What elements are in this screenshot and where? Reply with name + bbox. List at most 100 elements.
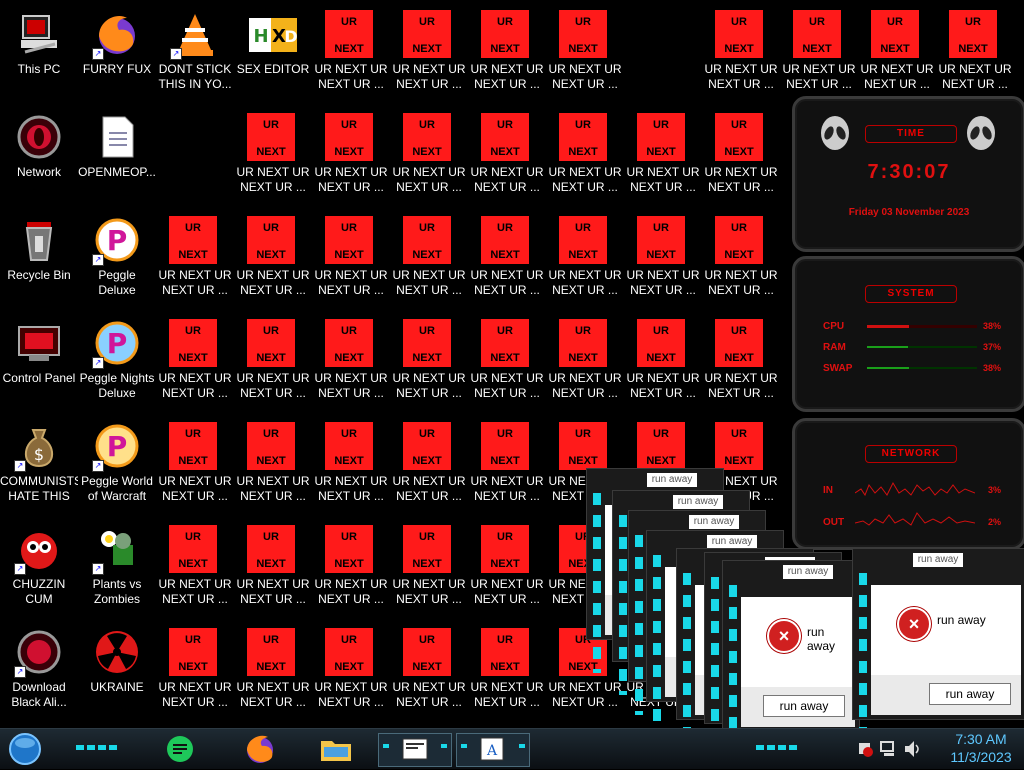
taskbar-app-file-explorer[interactable] bbox=[316, 733, 356, 765]
desktop-icon-ur-next[interactable]: UR NEXT UR NEXT UR NEXT UR ... bbox=[156, 624, 234, 724]
shortcut-arrow-icon: ↗ bbox=[170, 48, 182, 60]
next-text: NEXT bbox=[256, 558, 286, 570]
desktop-icon-ur-next[interactable]: UR NEXT UR NEXT UR NEXT UR ... bbox=[468, 624, 546, 724]
desktop-icon-network[interactable]: Network bbox=[0, 109, 78, 209]
tray-security-icon-button[interactable] bbox=[856, 733, 874, 765]
desktop-icon-ur-next[interactable]: UR NEXT UR NEXT UR NEXT UR ... bbox=[312, 624, 390, 724]
desktop-icon-ur-next[interactable]: UR NEXT UR NEXT UR NEXT UR ... bbox=[234, 418, 312, 518]
next-text: NEXT bbox=[178, 352, 208, 364]
desktop-icon-ukraine[interactable]: UKRAINE bbox=[78, 624, 156, 724]
desktop-icon-furry-fux[interactable]: ↗ FURRY FUX bbox=[78, 6, 156, 106]
taskbar-app-notes[interactable] bbox=[160, 733, 200, 765]
desktop-icon-peggle-deluxe[interactable]: P ↗ Peggle Deluxe bbox=[78, 212, 156, 312]
network-tray-icon bbox=[880, 741, 894, 756]
desktop-icon-ur-next[interactable]: UR NEXT UR NEXT UR NEXT UR ... bbox=[156, 212, 234, 312]
desktop-icon-ur-next[interactable]: UR NEXT UR NEXT UR NEXT UR ... bbox=[546, 6, 624, 106]
desktop-icon-dont-stick[interactable]: ↗ DONT STICK THIS IN YO... bbox=[156, 6, 234, 106]
run-away-button[interactable]: run away bbox=[929, 683, 1011, 705]
desktop-icon-ur-next[interactable]: UR NEXT UR NEXT UR NEXT UR ... bbox=[468, 212, 546, 312]
desktop-icon-ur-next[interactable]: UR NEXT UR NEXT UR NEXT UR ... bbox=[390, 6, 468, 106]
desktop-icon-ur-next[interactable]: UR NEXT UR NEXT UR NEXT UR ... bbox=[468, 521, 546, 621]
start-button[interactable] bbox=[6, 733, 44, 765]
taskbar-app-window-2[interactable]: A bbox=[456, 733, 530, 767]
ur-text: UR bbox=[341, 428, 357, 440]
desktop-icon-ur-next[interactable]: UR NEXT UR NEXT UR NEXT UR ... bbox=[312, 521, 390, 621]
taskbar-clock[interactable]: 7:30 AM 11/3/2023 bbox=[946, 730, 1016, 766]
desktop-icon-ur-next[interactable]: UR NEXT UR NEXT UR NEXT UR ... bbox=[624, 212, 702, 312]
desktop-icon-ur-next[interactable]: UR NEXT UR NEXT UR NEXT UR ... bbox=[546, 212, 624, 312]
desktop-icon-ur-next[interactable]: UR NEXT UR NEXT UR NEXT UR ... bbox=[234, 212, 312, 312]
desktop-icon-ur-next[interactable]: UR NEXT UR NEXT UR NEXT UR ... bbox=[546, 109, 624, 209]
desktop-icon-peggle-nights[interactable]: P ↗ Peggle Nights Deluxe bbox=[78, 315, 156, 415]
tray-volume-icon-button[interactable] bbox=[902, 733, 922, 765]
desktop-icon-ur-next[interactable]: UR NEXT UR NEXT UR NEXT UR ... bbox=[624, 109, 702, 209]
ur-next-image: UR NEXT bbox=[715, 422, 763, 470]
desktop-icon-communists[interactable]: $ ↗ COMMUNISTS HATE THIS G... bbox=[0, 418, 78, 518]
next-text: NEXT bbox=[256, 455, 286, 467]
desktop-icon-ur-next[interactable]: UR NEXT UR NEXT UR NEXT UR ... bbox=[702, 315, 780, 415]
desktop-icon-ur-next[interactable]: UR NEXT UR NEXT UR NEXT UR ... bbox=[780, 6, 858, 106]
run-away-dialog[interactable]: run away×run awayrun away bbox=[722, 560, 860, 765]
time-panel: TIME 7:30:07 Friday 03 November 2023 bbox=[792, 96, 1024, 252]
system-monitor-gadget[interactable]: TIME 7:30:07 Friday 03 November 2023 SYS… bbox=[792, 96, 1024, 550]
desktop-icon-ur-next[interactable]: UR NEXT UR NEXT UR NEXT UR ... bbox=[390, 212, 468, 312]
ur-text: UR bbox=[731, 428, 747, 440]
desktop-icon-recycle-bin[interactable]: Recycle Bin bbox=[0, 212, 78, 312]
desktop-icon-ur-next[interactable]: UR NEXT UR NEXT UR NEXT UR ... bbox=[312, 212, 390, 312]
desktop-icon-ur-next[interactable]: UR NEXT UR NEXT UR NEXT UR ... bbox=[858, 6, 936, 106]
cyan-lights-decoration bbox=[653, 555, 661, 735]
desktop-icon-ur-next[interactable]: UR NEXT UR NEXT UR NEXT UR ... bbox=[702, 109, 780, 209]
desktop-icon-this-pc[interactable]: This PC bbox=[0, 6, 78, 106]
desktop-icon-sex-editor[interactable]: H X D SEX EDITOR bbox=[234, 6, 312, 106]
taskbar-app-firefox[interactable] bbox=[240, 733, 280, 765]
icon-label: Peggle Deluxe bbox=[98, 268, 136, 297]
desktop-icon-ur-next[interactable]: UR NEXT UR NEXT UR NEXT UR ... bbox=[390, 521, 468, 621]
desktop-icon-ur-next[interactable]: UR NEXT UR NEXT UR NEXT UR ... bbox=[468, 109, 546, 209]
desktop-icon-ur-next[interactable]: UR NEXT UR NEXT UR NEXT UR ... bbox=[156, 418, 234, 518]
desktop-icon-ur-next[interactable]: UR NEXT UR NEXT UR NEXT UR ... bbox=[234, 315, 312, 415]
icon-label: UR NEXT UR NEXT UR ... bbox=[704, 371, 778, 400]
desktop-icon-ur-next[interactable]: UR NEXT UR NEXT UR NEXT UR ... bbox=[702, 212, 780, 312]
tray-network-icon-button[interactable] bbox=[878, 733, 898, 765]
desktop-icon-ur-next[interactable]: UR NEXT UR NEXT UR NEXT UR ... bbox=[234, 109, 312, 209]
dialog-message: run away bbox=[807, 625, 836, 653]
desktop-icon-ur-next[interactable]: UR NEXT UR NEXT UR NEXT UR ... bbox=[234, 624, 312, 724]
ur-text: UR bbox=[497, 119, 513, 131]
desktop-icon-ur-next[interactable]: UR NEXT UR NEXT UR NEXT UR ... bbox=[468, 418, 546, 518]
ur-next-image: UR NEXT bbox=[637, 216, 685, 264]
next-text: NEXT bbox=[412, 661, 442, 673]
desktop-icon-ur-next[interactable]: UR NEXT UR NEXT UR NEXT UR ... bbox=[546, 315, 624, 415]
desktop-icon-plants-vs-zombies[interactable]: ↗ Plants vs Zombies bbox=[78, 521, 156, 621]
desktop-icon-ur-next[interactable]: UR NEXT UR NEXT UR NEXT UR ... bbox=[390, 109, 468, 209]
desktop-icon-peggle-wow[interactable]: P ↗ Peggle World of Warcraft bbox=[78, 418, 156, 518]
desktop-icon-ur-next[interactable]: UR NEXT UR NEXT UR NEXT UR ... bbox=[390, 315, 468, 415]
desktop-icon-ur-next[interactable]: UR NEXT UR NEXT UR NEXT UR ... bbox=[312, 6, 390, 106]
desktop-icon-ur-next[interactable]: UR NEXT UR NEXT UR NEXT UR ... bbox=[624, 315, 702, 415]
desktop-icon-chuzzin[interactable]: ↗ CHUZZIN CUM bbox=[0, 521, 78, 621]
desktop-icon-ur-next[interactable]: UR NEXT UR NEXT UR NEXT UR ... bbox=[702, 6, 780, 106]
desktop-icon-ur-next[interactable]: UR NEXT UR NEXT UR NEXT UR ... bbox=[312, 315, 390, 415]
ur-text: UR bbox=[653, 325, 669, 337]
next-text: NEXT bbox=[646, 146, 676, 158]
ur-text: UR bbox=[887, 16, 903, 28]
desktop-icon-ur-next[interactable]: UR NEXT UR NEXT UR NEXT UR ... bbox=[156, 315, 234, 415]
run-away-button[interactable]: run away bbox=[763, 695, 845, 717]
desktop-icon-ur-next[interactable]: UR NEXT UR NEXT UR NEXT UR ... bbox=[312, 418, 390, 518]
desktop-icon-ur-next[interactable]: UR NEXT UR NEXT UR NEXT UR ... bbox=[234, 521, 312, 621]
cyan-lights-icon bbox=[76, 745, 117, 750]
taskbar-app-window-1[interactable] bbox=[378, 733, 452, 767]
icon-label: UR NEXT UR NEXT UR ... bbox=[704, 165, 778, 194]
desktop-icon-ur-next[interactable]: UR NEXT UR NEXT UR NEXT UR ... bbox=[312, 109, 390, 209]
desktop-icon-ur-next[interactable]: UR NEXT UR NEXT UR NEXT UR ... bbox=[936, 6, 1014, 106]
desktop-icon-ur-next[interactable]: UR NEXT UR NEXT UR NEXT UR ... bbox=[156, 521, 234, 621]
desktop-icon-ur-next[interactable]: UR NEXT UR NEXT UR NEXT UR ... bbox=[390, 624, 468, 724]
green-notes-icon bbox=[167, 736, 193, 762]
desktop-icon-ur-next[interactable]: UR NEXT UR NEXT UR NEXT UR ... bbox=[390, 418, 468, 518]
desktop-icon-ur-next[interactable]: UR NEXT UR NEXT UR NEXT UR ... bbox=[468, 315, 546, 415]
desktop-icon-openmeop[interactable]: OPENMEOP... bbox=[78, 109, 156, 209]
desktop-icon-black-alienware[interactable]: ↗ Download Black Ali... bbox=[0, 624, 78, 724]
desktop-icon-ur-next[interactable]: UR NEXT UR NEXT UR NEXT UR ... bbox=[468, 6, 546, 106]
ur-next-image: UR NEXT bbox=[325, 525, 373, 573]
run-away-dialog[interactable]: run away×run awayrun away bbox=[852, 548, 1024, 753]
desktop-icon-control-panel[interactable]: Control Panel bbox=[0, 315, 78, 415]
